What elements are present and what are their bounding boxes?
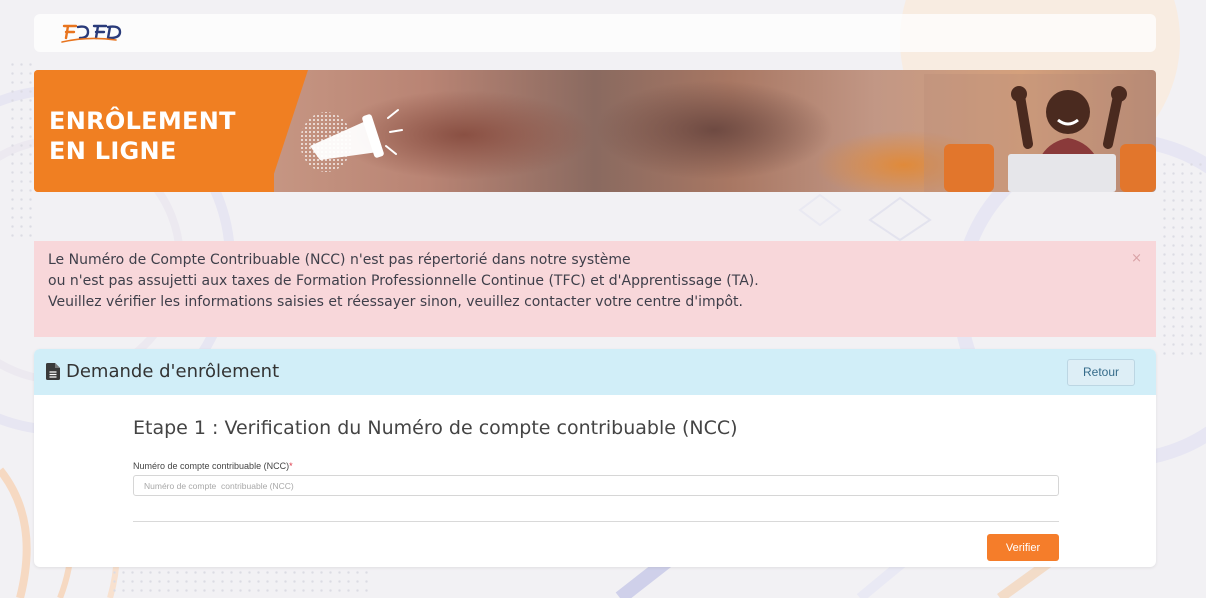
close-icon[interactable]: × [1131, 251, 1142, 266]
error-alert: Le Numéro de Compte Contribuable (NCC) n… [34, 241, 1156, 337]
dot-pattern [110, 568, 370, 598]
file-icon [46, 363, 60, 380]
step-title: Etape 1 : Verification du Numéro de comp… [133, 417, 738, 439]
megaphone-icon [300, 109, 403, 172]
ncc-input[interactable] [133, 475, 1059, 496]
alert-line: Le Numéro de Compte Contribuable (NCC) n… [48, 252, 631, 268]
card-title: Demande d'enrôlement [46, 361, 279, 382]
dot-pattern [1160, 160, 1206, 360]
enrolment-banner: ENRÔLEMENT EN LIGNE [34, 70, 1156, 192]
ncc-label-text: Numéro de compte contribuable (NCC) [133, 461, 290, 471]
fdfp-logo[interactable] [58, 20, 138, 46]
banner-title-line2: EN LIGNE [49, 137, 177, 165]
banner-background [594, 80, 834, 180]
dot-pattern [8, 60, 36, 240]
ncc-field-label: Numéro de compte contribuable (NCC)* [133, 461, 293, 471]
alert-line: ou n'est pas assujetti aux taxes de Form… [48, 273, 759, 289]
back-button[interactable]: Retour [1067, 359, 1135, 386]
card-title-text: Demande d'enrôlement [66, 361, 280, 382]
enrolment-request-card: Demande d'enrôlement Retour Etape 1 : Ve… [34, 349, 1156, 567]
form-divider [133, 521, 1059, 522]
top-bar [34, 14, 1156, 52]
banner-title-line1: ENRÔLEMENT [49, 107, 236, 135]
card-header: Demande d'enrôlement Retour [34, 349, 1156, 395]
alert-line: Veuillez vérifier les informations saisi… [48, 294, 743, 310]
banner-title: ENRÔLEMENT EN LIGNE [49, 106, 236, 166]
verify-button[interactable]: Verifier [987, 534, 1059, 561]
smiling-person-photo [924, 74, 1156, 192]
required-mark: * [289, 461, 293, 471]
